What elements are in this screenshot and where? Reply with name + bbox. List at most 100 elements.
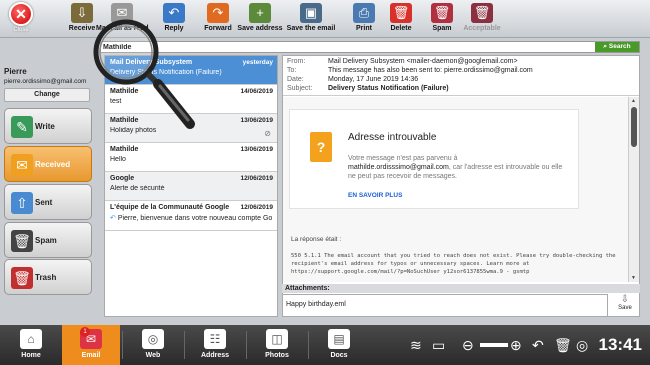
toolbar-label: Mark all as read <box>96 25 149 32</box>
message-row[interactable]: Mathilde 14/06/2019 test <box>105 85 277 114</box>
delete-icon: 🗑 <box>390 3 412 23</box>
help-icon[interactable]: ◎ <box>576 337 588 354</box>
address-icon: ☷ <box>204 329 226 349</box>
spam-icon: 🗑 <box>431 3 453 23</box>
sidebar-item-spam[interactable]: 🗑 Spam <box>4 222 92 258</box>
change-user-button[interactable]: Change <box>4 88 90 102</box>
save-label: Save <box>618 305 632 311</box>
reading-pane: From: Mail Delivery Subsystem <mailer-dae… <box>282 55 640 317</box>
wifi-icon[interactable]: ≋ <box>410 337 422 354</box>
message-date: 14/06/2019 <box>240 88 273 95</box>
toolbar-label: Save address <box>237 25 283 32</box>
taskbar-label: Address <box>200 352 229 359</box>
acceptable-button[interactable]: 🗑 Acceptable <box>456 3 508 32</box>
user-name: Pierre <box>4 67 27 76</box>
taskbar-label: Email <box>81 352 101 359</box>
message-subject-text: Hello <box>110 156 126 163</box>
undo-icon[interactable]: ↶ <box>532 337 544 354</box>
sidebar-item-received[interactable]: ✉ Received <box>4 146 92 182</box>
search-input[interactable] <box>103 43 583 52</box>
close-label: Close <box>13 27 29 33</box>
attachment-clip-icon: ⊘ <box>264 129 271 138</box>
message-subject-text: test <box>110 98 122 105</box>
save-email-button[interactable]: ▣ Save the email <box>285 3 337 32</box>
scroll-thumb[interactable] <box>631 107 637 147</box>
message-subject-text: Holiday photos <box>110 127 157 134</box>
taskbar-docs[interactable]: ▤ Docs <box>310 325 368 365</box>
taskbar-home[interactable]: ⌂ Home <box>2 325 60 365</box>
battery-icon[interactable]: ▭ <box>432 337 445 354</box>
attachments-label: Attachments: <box>282 284 640 293</box>
to-label: To: <box>287 67 297 74</box>
date-value: Monday, 17 June 2019 14:36 <box>328 76 419 83</box>
message-subject: test <box>110 98 272 105</box>
taskbar-web[interactable]: ◎ Web <box>124 325 182 365</box>
message-row[interactable]: L'équipe de la Communauté Google 12/06/2… <box>105 201 277 231</box>
message-row[interactable]: Google 12/06/2019 Alerte de sécurité <box>105 172 277 201</box>
taskbar-label: Web <box>145 352 161 359</box>
photos-icon: ◫ <box>266 329 288 349</box>
sidebar-item-sent[interactable]: ⇧ Sent <box>4 184 92 220</box>
sidebar-item-label: Write <box>35 122 55 131</box>
message-row[interactable]: Mail Delivery Subsystem yesterday Delive… <box>105 56 277 85</box>
from-label: From: <box>287 58 306 65</box>
message-subject: Holiday photos <box>110 127 272 134</box>
message-subject: Hello <box>110 156 272 163</box>
message-subject: ↶ Pierre, bienvenue dans votre nouveau c… <box>110 214 272 222</box>
spam-folder-icon: 🗑 <box>11 230 33 252</box>
scroll-up-icon[interactable]: ▲ <box>631 98 636 104</box>
attachment-file[interactable]: Happy birthday.eml <box>286 301 346 308</box>
message-date: 13/06/2019 <box>240 146 273 153</box>
message-subject: Alerte de sécurité <box>110 185 272 192</box>
close-button[interactable]: ✕ Close <box>4 2 38 36</box>
email-badge: 1 <box>80 327 90 337</box>
sidebar-item-trash[interactable]: 🗑 Trash <box>4 259 92 295</box>
replied-icon: ↶ <box>110 215 118 222</box>
card-text: Votre message n'est pas parvenu à mathild… <box>348 154 568 181</box>
receive-icon: ⇩ <box>71 3 93 23</box>
save-attachment-button[interactable]: ⇩ Save <box>610 294 640 317</box>
taskbar-email[interactable]: 1 ✉ Email <box>62 325 120 365</box>
volume-down-icon[interactable]: ⊖ <box>462 337 474 354</box>
sidebar-item-write[interactable]: ✎ Write <box>4 108 92 144</box>
write-icon: ✎ <box>11 116 33 138</box>
message-row[interactable]: Mathilde 13/06/2019 Holiday photos ⊘ <box>105 114 277 143</box>
web-icon: ◎ <box>142 329 164 349</box>
card-text-1: Votre message n'est pas parvenu à <box>348 155 458 162</box>
taskbar-separator <box>308 331 309 359</box>
taskbar-address[interactable]: ☷ Address <box>186 325 244 365</box>
scroll-down-icon[interactable]: ▼ <box>631 275 636 281</box>
save-address-icon: + <box>249 3 271 23</box>
save-address-button[interactable]: + Save address <box>234 3 286 32</box>
vertical-scrollbar[interactable]: ▲ ▼ <box>628 97 639 282</box>
message-subject-text: Pierre, bienvenue dans votre nouveau com… <box>117 215 272 222</box>
message-date: 12/06/2019 <box>240 204 273 211</box>
volume-slider[interactable] <box>480 343 508 347</box>
email-body: ? Adresse introuvable Votre message n'es… <box>283 97 629 282</box>
search-button[interactable]: ⌕ Search <box>595 42 639 52</box>
message-list: Mail Delivery Subsystem yesterday Delive… <box>104 55 278 317</box>
learn-more-link[interactable]: EN SAVOIR PLUS <box>348 192 402 199</box>
to-value: This message has also been sent to: pier… <box>328 67 533 74</box>
reply-icon: ↶ <box>163 3 185 23</box>
trash-task-icon[interactable]: 🗑 <box>554 337 572 354</box>
card-address: mathilde.ordisssimo@gmail.com <box>348 164 449 171</box>
message-row[interactable]: Mathilde 13/06/2019 Hello <box>105 143 277 172</box>
sent-icon: ⇧ <box>11 192 33 214</box>
forward-icon: ↷ <box>207 3 229 23</box>
clock: 13:41 <box>598 335 642 354</box>
mark-read-button[interactable]: ✉ Mark all as read <box>96 3 149 32</box>
from-value[interactable]: Mail Delivery Subsystem <mailer-daemon@g… <box>328 58 518 65</box>
sidebar-item-label: Spam <box>35 236 57 245</box>
taskbar-label: Home <box>21 352 41 359</box>
attachments-box: Happy birthday.eml <box>282 294 608 317</box>
taskbar-label: Docs <box>330 352 348 359</box>
print-icon: ⎙ <box>353 3 375 23</box>
reply-label: La réponse était : <box>291 236 342 243</box>
docs-icon: ▤ <box>328 329 350 349</box>
email-header: From: Mail Delivery Subsystem <mailer-dae… <box>283 56 639 96</box>
search-button-label: Search <box>608 43 631 50</box>
taskbar-separator <box>122 331 123 359</box>
taskbar-photos[interactable]: ◫ Photos <box>248 325 306 365</box>
volume-up-icon[interactable]: ⊕ <box>510 337 522 354</box>
